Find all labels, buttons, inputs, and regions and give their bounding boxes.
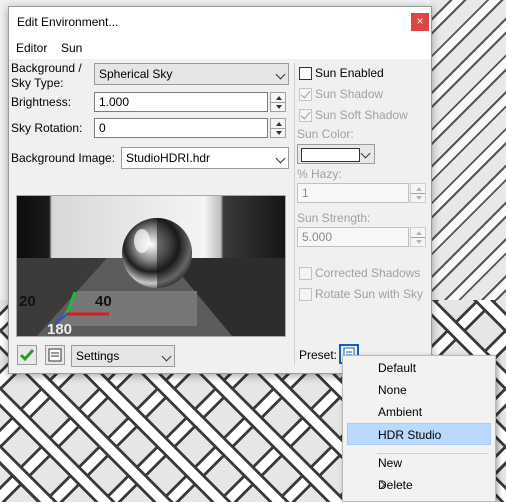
sun-strength-label: Sun Strength: — [297, 211, 371, 225]
preview-image: 20 40 180 — [17, 196, 285, 336]
sun-strength-input[interactable]: 5.000 — [297, 227, 409, 247]
environment-preview: 20 40 180 — [16, 195, 286, 337]
panel-icon — [48, 348, 62, 362]
menu-item-label: New — [378, 456, 403, 470]
preset-label: Preset: — [299, 348, 338, 362]
settings-value: Settings — [76, 349, 120, 363]
corrected-shadows-label: Corrected Shadows — [315, 266, 421, 280]
rotate-sun-checkbox[interactable] — [299, 288, 312, 301]
menu-item-label: Default — [378, 361, 417, 375]
brightness-input[interactable]: 1.000 — [94, 92, 268, 112]
green-checkmark-icon — [19, 349, 35, 362]
sun-shadow-label: Sun Shadow — [315, 87, 384, 101]
sun-shadow-checkbox[interactable] — [299, 88, 312, 101]
bg-image-select[interactable]: StudioHDRI.hdr — [121, 147, 289, 169]
apply-button[interactable] — [17, 345, 37, 365]
spin-up-icon — [276, 96, 282, 100]
sky-rotation-spinner[interactable] — [270, 118, 286, 138]
menu-item-label: HDR Studio — [378, 428, 442, 442]
sun-enabled-label: Sun Enabled — [315, 66, 384, 80]
menu-item-new[interactable]: New — [347, 452, 491, 474]
haze-input[interactable]: 1 — [297, 183, 409, 203]
spin-down-icon — [276, 105, 282, 109]
divider — [294, 63, 295, 365]
haze-spinner[interactable] — [410, 183, 426, 203]
dialog-title: Edit Environment... — [17, 15, 119, 29]
chevron-down-icon — [275, 69, 286, 80]
sky-type-select[interactable]: Spherical Sky — [94, 63, 289, 85]
bg-image-label: Background Image: — [11, 151, 116, 165]
chevron-down-icon — [161, 351, 172, 362]
preview-number-20: 20 — [19, 293, 36, 310]
sun-color-picker[interactable] — [297, 144, 375, 164]
bg-sky-type-label-line2: Sky Type: — [11, 76, 64, 90]
brightness-label: Brightness: — [11, 95, 72, 109]
settings-select[interactable]: Settings — [71, 345, 175, 367]
menu-item-ambient[interactable]: Ambient — [347, 401, 491, 423]
sun-color-label: Sun Color: — [297, 127, 354, 141]
sun-enabled-checkbox[interactable] — [299, 67, 312, 80]
menu-item-hdr-studio[interactable]: HDR Studio — [347, 423, 491, 445]
brightness-spinner[interactable] — [270, 92, 286, 112]
menu-item-none[interactable]: None — [347, 379, 491, 401]
spin-up-icon — [416, 187, 422, 191]
sun-soft-shadow-checkbox[interactable] — [299, 109, 312, 122]
spin-up-icon — [416, 231, 422, 235]
corrected-shadows-checkbox[interactable] — [299, 267, 312, 280]
menu-item-delete[interactable]: Delete — [347, 474, 491, 496]
sun-strength-spinner[interactable] — [410, 227, 426, 247]
menu-item-label: Ambient — [378, 405, 423, 419]
rotate-sun-label: Rotate Sun with Sky — [315, 287, 424, 301]
spin-down-icon — [276, 131, 282, 135]
preview-number-40: 40 — [95, 293, 112, 310]
menu-item-label: None — [378, 383, 407, 397]
spin-down-icon — [416, 240, 422, 244]
sky-rotation-label: Sky Rotation: — [11, 121, 83, 135]
sky-type-value: Spherical Sky — [99, 67, 173, 81]
menu-sun[interactable]: Sun — [61, 41, 82, 55]
title-bar[interactable]: Edit Environment... × — [9, 7, 431, 37]
sun-soft-shadow-label: Sun Soft Shadow — [315, 108, 408, 122]
chevron-down-icon — [275, 153, 286, 164]
edit-settings-button[interactable] — [45, 345, 65, 365]
spin-up-icon — [276, 122, 282, 126]
preview-number-180: 180 — [47, 321, 72, 336]
preset-context-menu: Default None Ambient HDR Studio New Dele… — [342, 355, 496, 502]
menu-item-default[interactable]: Default — [347, 357, 491, 379]
menu-editor[interactable]: Editor — [16, 41, 47, 55]
haze-label: % Hazy: — [297, 167, 342, 181]
bg-sky-type-label-line1: Background / — [11, 61, 82, 75]
menu-bar: Editor Sun — [9, 37, 431, 59]
sky-rotation-input[interactable]: 0 — [94, 118, 268, 138]
chevron-down-icon — [360, 148, 371, 159]
spin-down-icon — [416, 196, 422, 200]
bg-image-value: StudioHDRI.hdr — [126, 151, 211, 165]
edit-environment-dialog: Edit Environment... × Editor Sun Backgro… — [8, 6, 432, 374]
color-swatch — [301, 148, 360, 162]
close-button[interactable]: × — [411, 13, 429, 31]
